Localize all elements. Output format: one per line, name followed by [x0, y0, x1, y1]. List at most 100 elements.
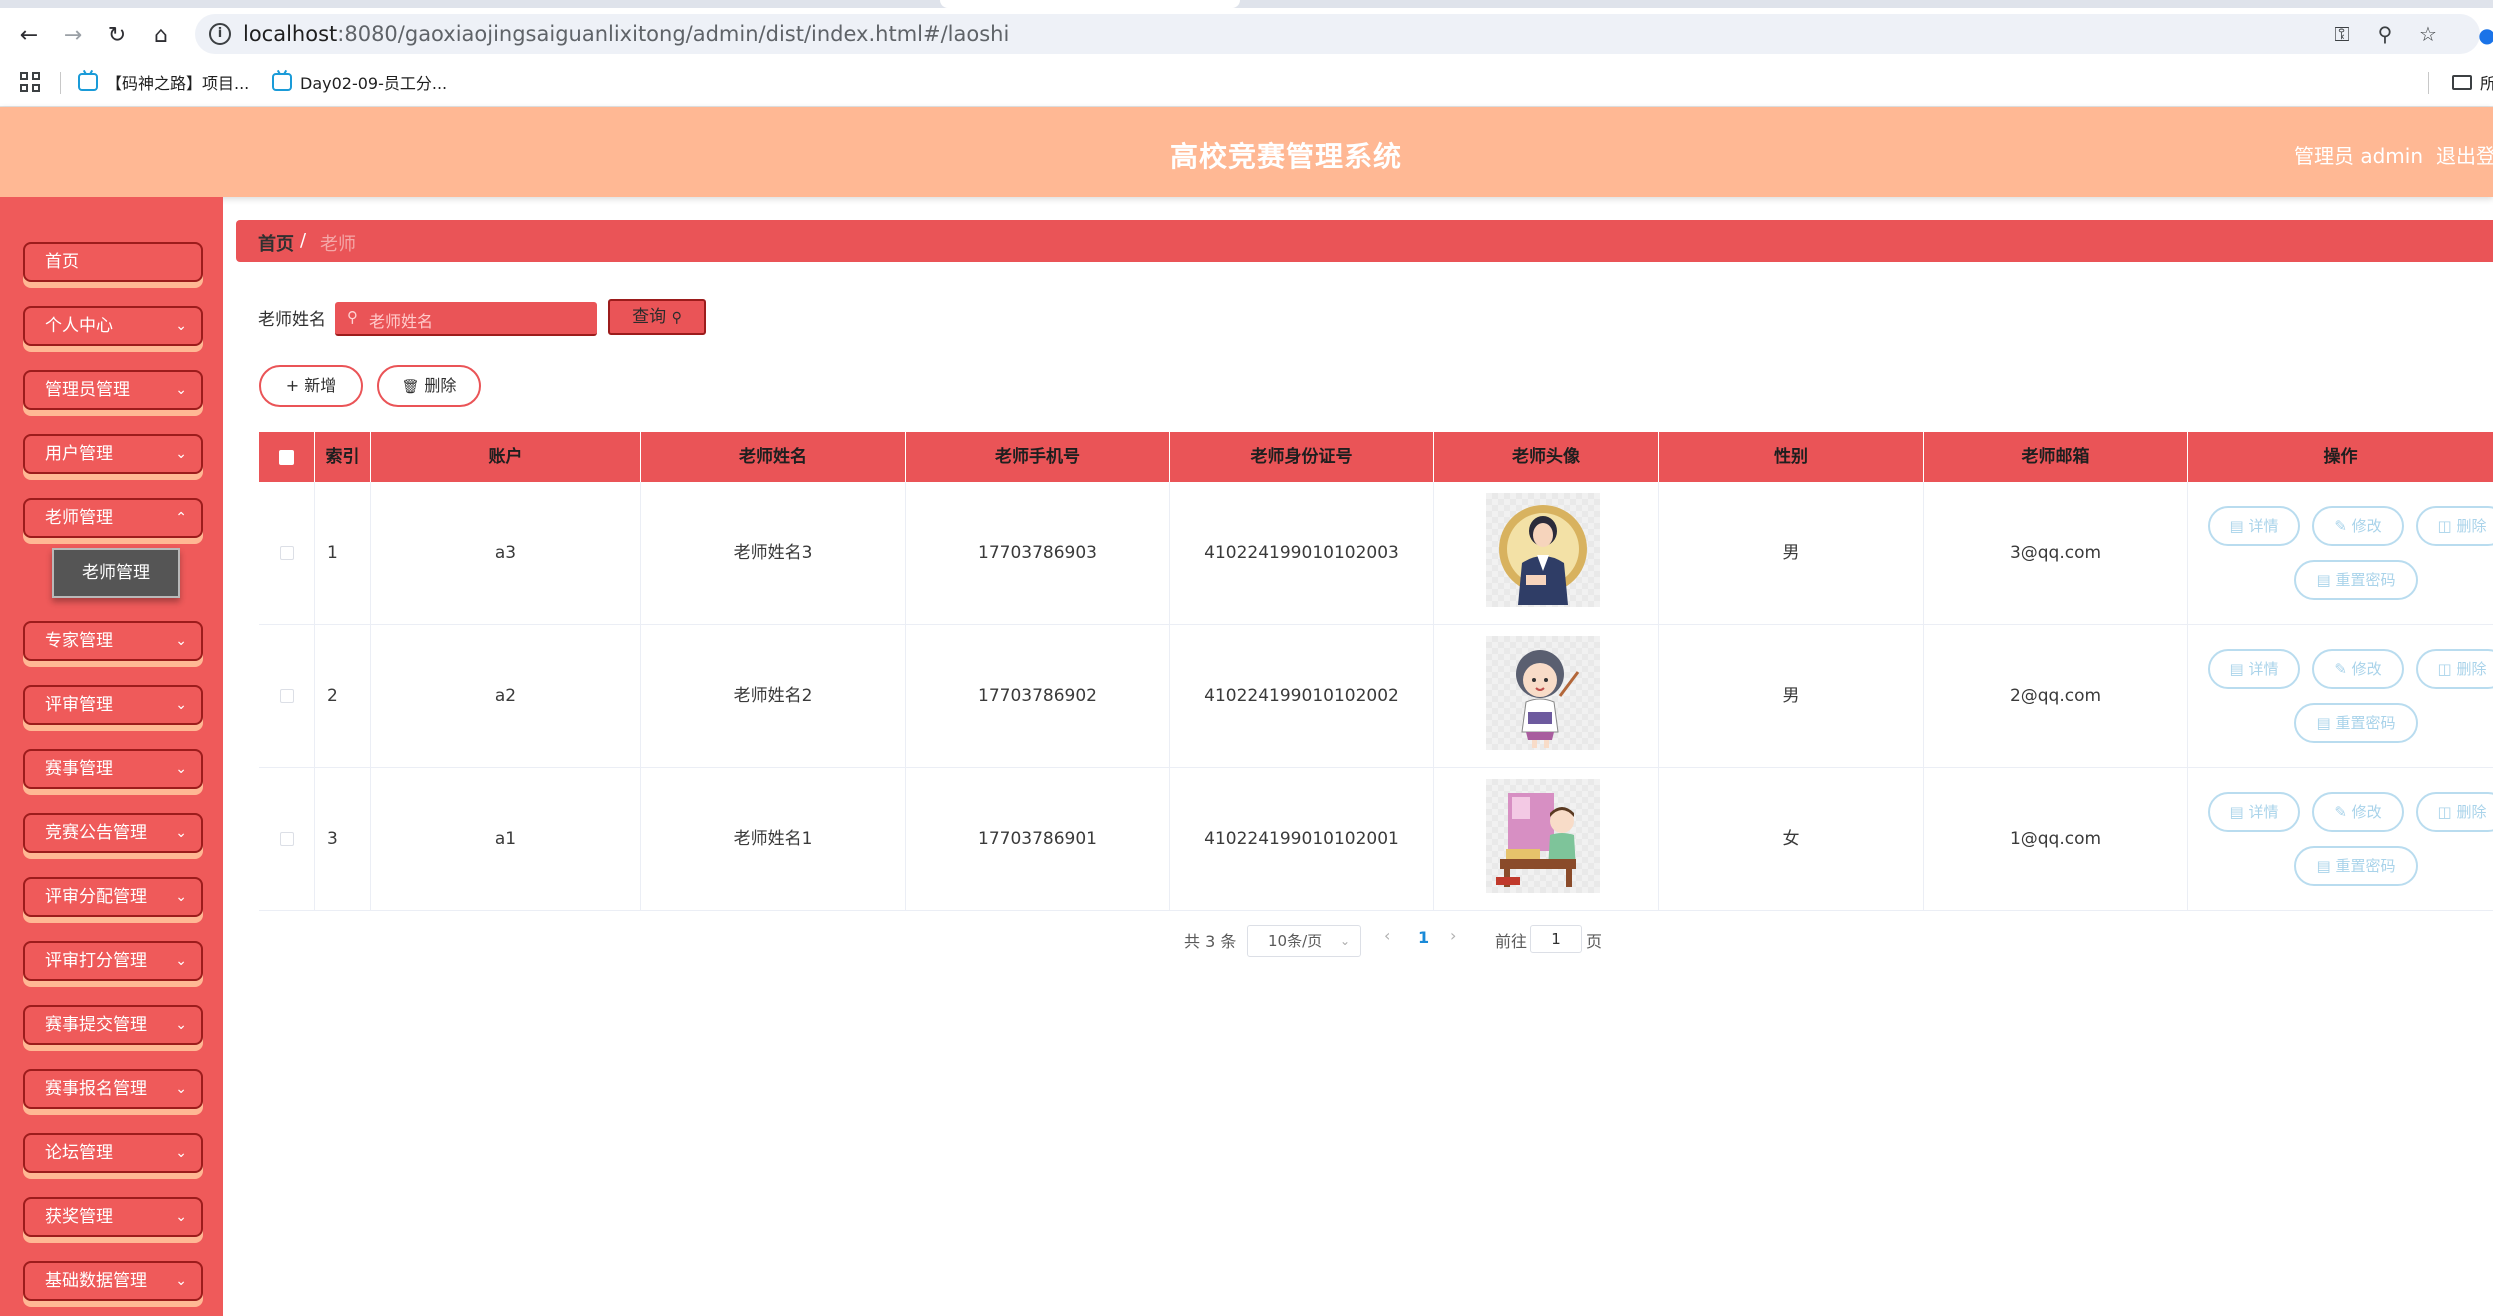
- row-delete-button[interactable]: ◫ 删除: [2416, 649, 2493, 689]
- app-title: 高校竞赛管理系统: [1170, 140, 1403, 173]
- address-bar[interactable]: i localhost:8080/gaoxiaojingsaiguanlixit…: [195, 14, 2480, 54]
- profile-icon[interactable]: ●: [2470, 18, 2493, 52]
- edit-button[interactable]: ✎ 修改: [2312, 792, 2404, 832]
- bookmark-folder-label: 所: [2480, 74, 2493, 93]
- back-arrow-icon[interactable]: ←: [12, 18, 46, 52]
- edit-button-label: 修改: [2351, 517, 2382, 535]
- url-path: :8080/gaoxiaojingsaiguanlixitong/admin/d…: [337, 22, 1010, 46]
- url-host: localhost: [243, 22, 338, 46]
- tab-strip: [0, 0, 2493, 8]
- sidebar-item-personal-center[interactable]: 个人中心 ⌄: [23, 306, 203, 346]
- table-row: 2 a2 老师姓名2 17703786902 41022419901010200…: [259, 625, 2493, 768]
- chevron-down-icon: ⌄: [175, 889, 187, 905]
- teacher-with-pointer-avatar[interactable]: [1486, 636, 1600, 750]
- admin-user-label: 管理员 admin: [2294, 144, 2424, 168]
- sidebar-item-label: 个人中心: [45, 316, 113, 336]
- search-icon: ⚲: [671, 310, 682, 326]
- query-button[interactable]: 查询 ⚲: [608, 299, 706, 335]
- trash-icon: ◫: [2437, 517, 2452, 535]
- active-tab[interactable]: [940, 0, 1240, 8]
- sidebar-item-user-management[interactable]: 用户管理 ⌄: [23, 434, 203, 474]
- star-bookmark-icon[interactable]: ☆: [2416, 22, 2440, 46]
- chevron-down-icon: ⌄: [175, 318, 187, 334]
- row-select-cell: [259, 482, 315, 624]
- sidebar-item-label: 老师管理: [45, 508, 113, 528]
- edit-button[interactable]: ✎ 修改: [2312, 649, 2404, 689]
- row-checkbox[interactable]: [279, 689, 294, 703]
- zoom-icon[interactable]: ⚲: [2373, 22, 2397, 46]
- page-size-select[interactable]: 10条/页 ⌄: [1247, 925, 1361, 957]
- sidebar-item-review-assignment[interactable]: 评审分配管理 ⌄: [23, 877, 203, 917]
- email-cell: 3@qq.com: [1924, 482, 2188, 624]
- sidebar-item-label: 基础数据管理: [45, 1271, 147, 1291]
- sidebar-item-expert-management[interactable]: 专家管理 ⌄: [23, 621, 203, 661]
- url-text[interactable]: localhost:8080/gaoxiaojingsaiguanlixiton…: [243, 22, 1009, 46]
- column-header: 老师身份证号: [1170, 432, 1434, 482]
- delete-button[interactable]: 🗑 删除: [377, 365, 481, 407]
- reset-password-button[interactable]: ▤ 重置密码: [2294, 846, 2418, 886]
- avatar-cell: [1434, 482, 1659, 624]
- goto-page-input[interactable]: 1: [1530, 925, 1582, 953]
- row-delete-button[interactable]: ◫ 删除: [2416, 792, 2493, 832]
- edit-button[interactable]: ✎ 修改: [2312, 506, 2404, 546]
- index-cell: 2: [315, 625, 371, 767]
- bookmark-folder[interactable]: 所: [2452, 70, 2493, 94]
- column-header: 账户: [371, 432, 641, 482]
- browser-chrome: ← → ↻ ⌂ i localhost:8080/gaoxiaojingsaig…: [0, 0, 2493, 107]
- next-page-chevron-icon[interactable]: ›: [1450, 926, 1456, 945]
- reset-password-button[interactable]: ▤ 重置密码: [2294, 560, 2418, 600]
- sidebar-item-submission-management[interactable]: 赛事提交管理 ⌄: [23, 1005, 203, 1045]
- operations-cell: ▤ 详情 ✎ 修改 ◫ 删除 ▤ 重置密码: [2188, 768, 2493, 910]
- page-number-current[interactable]: 1: [1418, 928, 1429, 947]
- sidebar-item-event-management[interactable]: 赛事管理 ⌄: [23, 749, 203, 789]
- password-key-icon[interactable]: ⚿: [2330, 22, 2354, 46]
- sidebar-item-registration-management[interactable]: 赛事报名管理 ⌄: [23, 1069, 203, 1109]
- index-cell: 3: [315, 768, 371, 910]
- row-checkbox[interactable]: [279, 546, 294, 560]
- sidebar-item-label: 评审打分管理: [45, 951, 147, 971]
- prev-page-chevron-icon[interactable]: ‹: [1384, 926, 1390, 945]
- app-header: 高校竞赛管理系统 管理员 admin 退出登录: [0, 107, 2493, 197]
- sidebar-item-teacher-management[interactable]: 老师管理 ⌃: [23, 498, 203, 538]
- detail-button[interactable]: ▤ 详情: [2208, 506, 2300, 546]
- select-all-checkbox[interactable]: [279, 449, 294, 465]
- detail-button[interactable]: ▤ 详情: [2208, 792, 2300, 832]
- table-header: 索引 账户 老师姓名 老师手机号 老师身份证号 老师头像 性别 老师邮箱 操作: [259, 432, 2493, 482]
- sidebar-item-basic-data-management[interactable]: 基础数据管理 ⌄: [23, 1261, 203, 1301]
- teacher-name-search-input[interactable]: ⚲ 老师姓名: [335, 302, 597, 336]
- sidebar-item-review-scoring[interactable]: 评审打分管理 ⌄: [23, 941, 203, 981]
- sidebar-item-home[interactable]: 首页: [23, 242, 203, 282]
- index-cell: 1: [315, 482, 371, 624]
- sidebar-item-forum-management[interactable]: 论坛管理 ⌄: [23, 1133, 203, 1173]
- apps-grid-icon[interactable]: [20, 72, 40, 92]
- sidebar-item-announcement-management[interactable]: 竞赛公告管理 ⌄: [23, 813, 203, 853]
- logout-link[interactable]: 退出登录: [2436, 140, 2493, 169]
- forward-arrow-icon[interactable]: →: [56, 18, 90, 52]
- gender-cell: 男: [1659, 625, 1924, 767]
- breadcrumb-home[interactable]: 首页: [258, 230, 294, 256]
- row-delete-button[interactable]: ◫ 删除: [2416, 506, 2493, 546]
- add-button[interactable]: + 新增: [259, 365, 363, 407]
- teacher-at-desk-avatar[interactable]: [1486, 779, 1600, 893]
- reset-password-button[interactable]: ▤ 重置密码: [2294, 703, 2418, 743]
- sidebar-item-label: 专家管理: [45, 631, 113, 651]
- site-info-icon[interactable]: i: [209, 23, 231, 45]
- teacher-in-suit-avatar[interactable]: [1486, 493, 1600, 607]
- sidebar-item-admin-management[interactable]: 管理员管理 ⌄: [23, 370, 203, 410]
- bookmark-item[interactable]: Day02-09-员工分...: [272, 70, 447, 94]
- bookmark-item[interactable]: 【码神之路】项目...: [78, 70, 249, 94]
- reload-icon[interactable]: ↻: [100, 18, 134, 52]
- sidebar-item-label: 获奖管理: [45, 1207, 113, 1227]
- submenu-item-teacher-management[interactable]: 老师管理: [52, 548, 180, 598]
- account-cell: a1: [371, 768, 641, 910]
- sidebar-item-award-management[interactable]: 获奖管理 ⌄: [23, 1197, 203, 1237]
- row-checkbox[interactable]: [279, 832, 294, 846]
- detail-button[interactable]: ▤ 详情: [2208, 649, 2300, 689]
- sidebar-item-review-management[interactable]: 评审管理 ⌄: [23, 685, 203, 725]
- document-icon: ▤: [2229, 803, 2244, 821]
- email-cell: 2@qq.com: [1924, 625, 2188, 767]
- home-icon[interactable]: ⌂: [144, 18, 178, 52]
- id-card-cell: 410224199010102001: [1170, 768, 1434, 910]
- bookmark-label: Day02-09-员工分...: [300, 74, 448, 93]
- sidebar: 首页 个人中心 ⌄ 管理员管理 ⌄ 用户管理 ⌄ 老师管理 ⌃ 老师管理 专家管理 ⌄ 评…: [0, 197, 223, 1316]
